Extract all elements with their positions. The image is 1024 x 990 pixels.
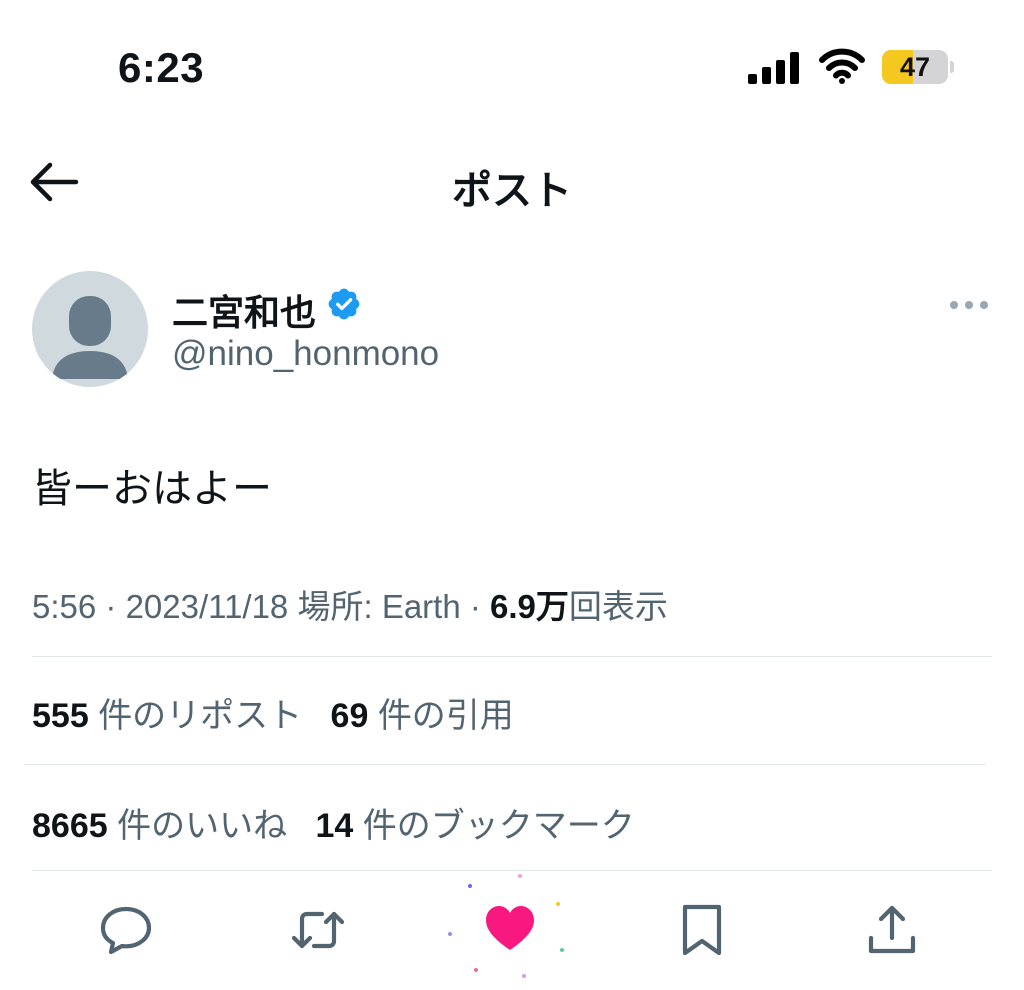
author-handle[interactable]: @nino_honmono bbox=[172, 334, 439, 374]
stats-row-likes: 8665 件のいいね 14 件のブックマーク bbox=[32, 798, 635, 847]
bookmark-icon[interactable] bbox=[674, 902, 730, 958]
quotes-count: 69 bbox=[330, 697, 369, 735]
views-count: 6.9万 bbox=[490, 588, 569, 625]
verified-badge-icon[interactable] bbox=[326, 286, 362, 322]
battery-indicator: 47 bbox=[882, 50, 948, 84]
reposts-count: 555 bbox=[32, 697, 89, 735]
more-options-icon[interactable] bbox=[946, 292, 992, 318]
repost-icon[interactable] bbox=[290, 902, 346, 958]
tweet-meta: 5:56 · 2023/11/18 場所: Earth · 6.9万回表示 bbox=[32, 580, 668, 628]
meta-separator: · bbox=[105, 588, 117, 625]
battery-level: 47 bbox=[899, 52, 931, 82]
views-label: 回表示 bbox=[568, 588, 668, 625]
divider bbox=[32, 656, 992, 657]
tweet-location: Earth bbox=[381, 588, 461, 625]
stats-row-reposts: 555 件のリポスト 69 件の引用 bbox=[32, 688, 514, 737]
reposts-stat[interactable]: 555 件のリポスト bbox=[32, 697, 302, 735]
divider bbox=[32, 870, 992, 871]
tweet-time[interactable]: 5:56 bbox=[32, 588, 96, 625]
sparkle-dot bbox=[474, 968, 478, 972]
battery-nub bbox=[950, 61, 954, 73]
share-icon[interactable] bbox=[864, 902, 920, 958]
reposts-label: 件のリポスト bbox=[98, 697, 303, 735]
likes-label: 件のいいね bbox=[117, 807, 288, 845]
heart-icon[interactable] bbox=[482, 900, 538, 956]
status-time: 6:23 bbox=[118, 44, 205, 91]
default-avatar-icon bbox=[52, 296, 128, 379]
likes-stat[interactable]: 8665 件のいいね bbox=[32, 807, 287, 845]
likes-count: 8665 bbox=[32, 807, 108, 845]
sparkle-dot bbox=[448, 932, 452, 936]
sparkle-dot bbox=[518, 874, 522, 878]
avatar[interactable] bbox=[32, 271, 148, 387]
sparkle-dot bbox=[556, 902, 560, 906]
page-title: ポスト bbox=[452, 169, 572, 213]
divider bbox=[24, 764, 986, 765]
bookmarks-count: 14 bbox=[315, 807, 354, 845]
meta-separator: · bbox=[469, 588, 481, 625]
reply-icon[interactable] bbox=[98, 902, 154, 958]
sparkle-dot bbox=[468, 884, 472, 888]
wifi-icon bbox=[819, 48, 865, 84]
sparkle-dot bbox=[560, 948, 564, 952]
bookmarks-stat[interactable]: 14 件のブックマーク bbox=[315, 807, 634, 845]
quotes-stat[interactable]: 69 件の引用 bbox=[331, 697, 514, 735]
quotes-label: 件の引用 bbox=[377, 697, 514, 735]
location-label: 場所: bbox=[297, 588, 373, 625]
tweet-date[interactable]: 2023/11/18 bbox=[126, 588, 289, 625]
bookmarks-label: 件のブックマーク bbox=[362, 807, 635, 845]
sparkle-dot bbox=[522, 974, 526, 978]
cellular-signal-icon bbox=[748, 52, 799, 84]
author-display-name[interactable]: 二宮和也 bbox=[172, 284, 316, 336]
tweet-text: 皆ーおはよー bbox=[32, 467, 272, 511]
